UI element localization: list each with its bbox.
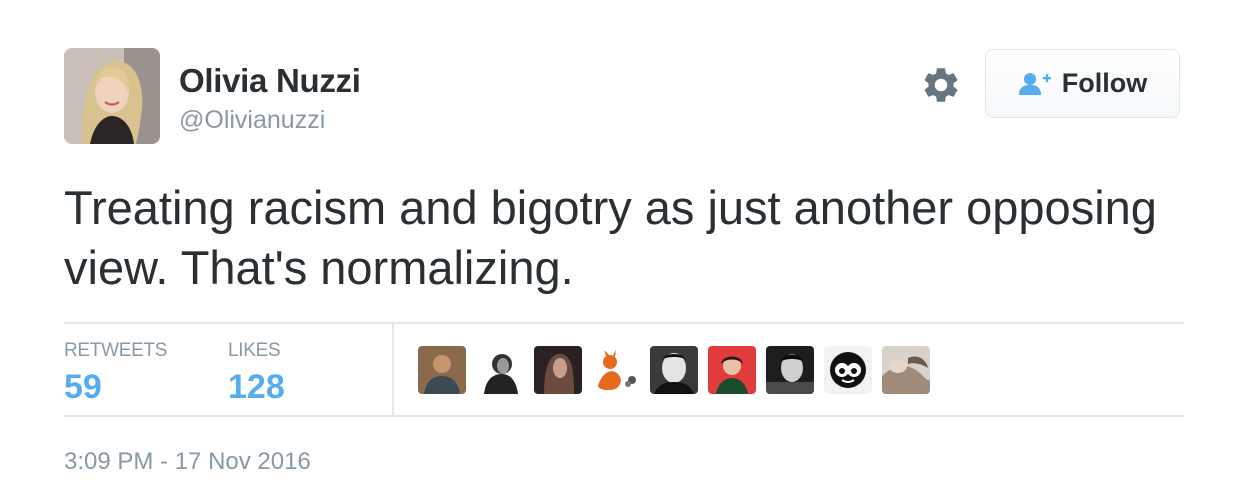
author-handle[interactable]: @Olivianuzzi	[179, 106, 325, 135]
avatar-image	[64, 48, 160, 144]
liker-avatars	[418, 346, 940, 394]
likes-label: LIKES	[228, 340, 281, 361]
liker-avatar[interactable]	[766, 346, 814, 394]
gear-icon[interactable]	[920, 64, 962, 106]
liker-avatar[interactable]	[650, 346, 698, 394]
liker-avatar[interactable]	[708, 346, 756, 394]
liker-avatar[interactable]	[882, 346, 930, 394]
liker-avatar[interactable]	[592, 346, 640, 394]
retweets-count: 59	[64, 368, 102, 406]
liker-avatar[interactable]	[824, 346, 872, 394]
retweets-label: RETWEETS	[64, 340, 168, 361]
tweet-text: Treating racism and bigotry as just anot…	[64, 181, 1157, 294]
follow-button-label: Follow	[1061, 68, 1148, 98]
author-name[interactable]: Olivia Nuzzi	[179, 62, 361, 100]
retweets-stat[interactable]: RETWEETS 59	[64, 340, 167, 407]
follow-button[interactable]: Follow	[985, 49, 1180, 118]
author-avatar[interactable]	[64, 48, 160, 144]
liker-avatar[interactable]	[418, 346, 466, 394]
stats-vertical-divider	[392, 324, 394, 416]
liker-avatar[interactable]	[476, 346, 524, 394]
stats-bottom-divider	[64, 415, 1184, 417]
person-plus-icon	[1018, 72, 1051, 95]
likes-count: 128	[228, 368, 285, 406]
likes-stat[interactable]: LIKES 128	[228, 340, 285, 407]
stats-top-divider	[64, 322, 1184, 324]
tweet-timestamp[interactable]: 3:09 PM - 17 Nov 2016	[64, 448, 311, 476]
liker-avatar[interactable]	[534, 346, 582, 394]
